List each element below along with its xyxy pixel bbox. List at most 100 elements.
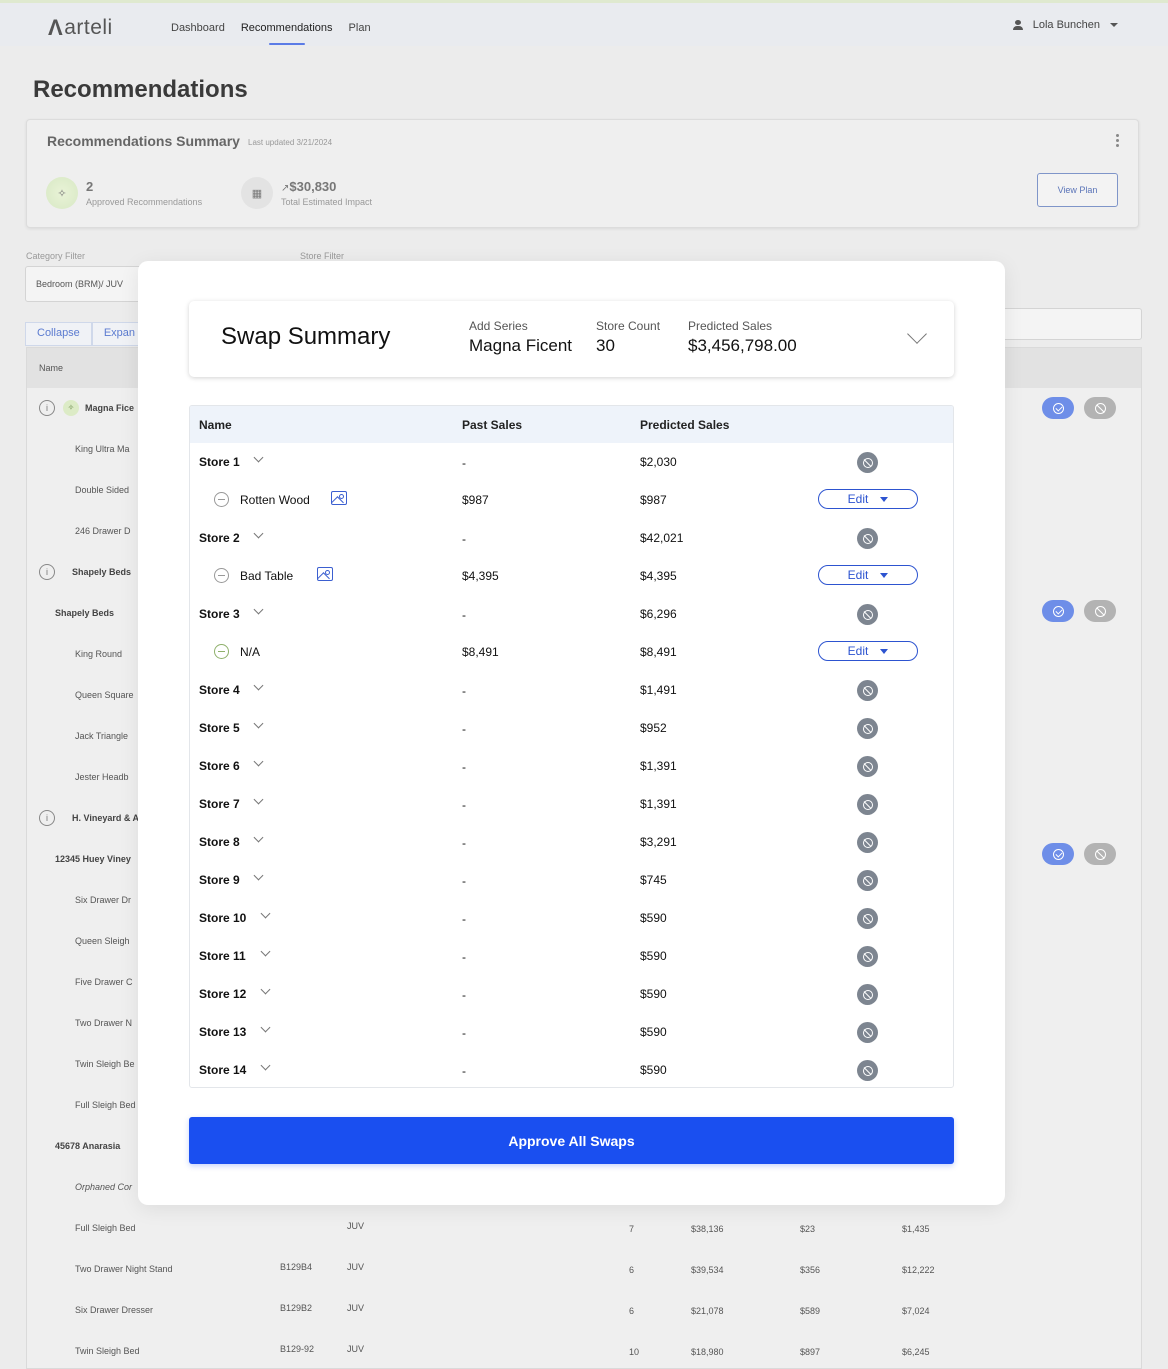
store-row[interactable]: Store 1 - $2,030 [190,443,953,481]
store-row[interactable]: Store 4 - $1,491 [190,671,953,709]
store-name: Store 10 [199,911,247,925]
predicted-sales-value: $6,296 [640,607,677,621]
row-name: Two Drawer N [75,1018,133,1028]
image-icon[interactable] [331,491,348,505]
store-name: Store 2 [199,531,240,545]
chevron-down-icon[interactable] [260,908,271,919]
chevron-down-icon[interactable] [253,756,264,767]
impact-stat: ▦ ↗$30,830 Total Estimated Impact [241,177,372,209]
past-sales-value: $8,491 [462,645,499,659]
reject-store-button[interactable] [857,680,878,701]
store-row[interactable]: Store 7 - $1,391 [190,785,953,823]
swap-summary-header[interactable]: Swap Summary Add Series Magna Ficent Sto… [189,301,954,377]
reject-store-button[interactable] [857,718,878,739]
row-name: 45678 Anarasia [55,1141,121,1151]
predicted-sales-value: $1,491 [640,683,677,697]
approve-button[interactable] [1042,600,1074,622]
user-name: Lola Bunchen [1032,19,1100,31]
user-menu[interactable]: Lola Bunchen [1012,19,1118,31]
chevron-down-icon[interactable] [253,794,264,805]
store-row[interactable]: Store 9 - $745 [190,861,953,899]
edit-dropdown-button[interactable]: Edit [818,641,918,661]
chevron-down-icon[interactable] [253,718,264,729]
store-row[interactable]: Store 3 - $6,296 [190,595,953,633]
predicted-sales-value: $4,395 [640,569,677,583]
reject-store-button[interactable] [857,832,878,853]
row-sales: $21,078 [691,1306,724,1316]
store-row[interactable]: Store 12 - $590 [190,975,953,1013]
ban-icon [862,685,873,696]
past-sales-value: $4,395 [462,569,499,583]
store-row[interactable]: Store 10 - $590 [190,899,953,937]
remove-circle-icon[interactable] [214,644,229,659]
swap-item-row[interactable]: Rotten Wood Edit $987 $987 [190,481,953,519]
store-row[interactable]: Store 5 - $952 [190,709,953,747]
info-icon[interactable]: i [39,400,55,416]
store-row[interactable]: Store 2 - $42,021 [190,519,953,557]
more-options-icon[interactable] [1116,134,1120,149]
predicted-sales-label: Predicted Sales [688,319,773,333]
store-row[interactable]: Store 8 - $3,291 [190,823,953,861]
approve-button[interactable] [1042,397,1074,419]
collapse-button[interactable]: Collapse [25,322,92,346]
reject-store-button[interactable] [857,984,878,1005]
table-row[interactable]: Twin Sleigh Bed B129-92 JUV 10 $18,980 $897 $6… [27,1331,1141,1369]
store-row[interactable]: Store 11 - $590 [190,937,953,975]
row-price: $356 [800,1265,821,1275]
reject-button[interactable] [1084,397,1116,419]
chevron-down-icon[interactable] [253,604,264,615]
table-row[interactable]: Two Drawer Night Stand B129B4 JUV 6 $39,534 $… [27,1249,1141,1290]
ban-icon [862,457,873,468]
view-plan-button[interactable]: View Plan [1037,173,1118,207]
chevron-down-icon[interactable] [907,324,927,344]
ban-icon [862,799,873,810]
info-icon[interactable]: i [39,564,55,580]
approve-all-swaps-button[interactable]: Approve All Swaps [189,1117,954,1164]
chevron-down-icon[interactable] [260,1060,271,1071]
reject-store-button[interactable] [857,1060,878,1081]
chevron-down-icon[interactable] [253,870,264,881]
category-filter-select[interactable]: Bedroom (BRM)/ JUV [25,266,155,302]
reject-store-button[interactable] [857,1022,878,1043]
info-icon[interactable]: i [39,810,55,826]
remove-circle-icon[interactable] [214,568,229,583]
nav-dashboard[interactable]: Dashboard [171,22,225,43]
table-row[interactable]: Full Sleigh Bed JUV 7 $38,136 $23 $1,435 [27,1208,1141,1249]
swap-item-row[interactable]: Bad Table Edit $4,395 $4,395 [190,557,953,595]
store-row[interactable]: Store 6 - $1,391 [190,747,953,785]
reject-store-button[interactable] [857,794,878,815]
reject-store-button[interactable] [857,946,878,967]
chevron-down-icon[interactable] [253,680,264,691]
table-row[interactable]: Six Drawer Dresser B129B2 JUV 6 $21,078 $589 $… [27,1290,1141,1331]
reject-store-button[interactable] [857,908,878,929]
swap-item-row[interactable]: N/A Edit $8,491 $8,491 [190,633,953,671]
reject-store-button[interactable] [857,870,878,891]
reject-store-button[interactable] [857,528,878,549]
chevron-down-icon[interactable] [260,984,271,995]
chevron-down-icon[interactable] [253,452,264,463]
edit-dropdown-button[interactable]: Edit [818,489,918,509]
reject-store-button[interactable] [857,756,878,777]
chevron-down-icon[interactable] [253,528,264,539]
nav-recommendations[interactable]: Recommendations [241,22,333,45]
reject-button[interactable] [1084,843,1116,865]
reject-store-button[interactable] [857,604,878,625]
remove-circle-icon[interactable] [214,492,229,507]
store-name: Store 5 [199,721,240,735]
store-row[interactable]: Store 14 - $590 [190,1051,953,1087]
chevron-down-icon[interactable] [253,832,264,843]
reject-store-button[interactable] [857,452,878,473]
arteli-logo[interactable]: Λ arteli [48,15,113,41]
past-sales-value: - [462,1026,466,1040]
store-row[interactable]: Store 13 - $590 [190,1013,953,1051]
image-icon[interactable] [316,567,333,581]
reject-button[interactable] [1084,600,1116,622]
predicted-sales-value: $590 [640,987,667,1001]
chevron-down-icon[interactable] [260,946,271,957]
store-filter-select[interactable] [1000,308,1142,340]
past-sales-value: - [462,722,466,736]
nav-plan[interactable]: Plan [349,22,371,43]
edit-dropdown-button[interactable]: Edit [818,565,918,585]
chevron-down-icon[interactable] [260,1022,271,1033]
approve-button[interactable] [1042,843,1074,865]
